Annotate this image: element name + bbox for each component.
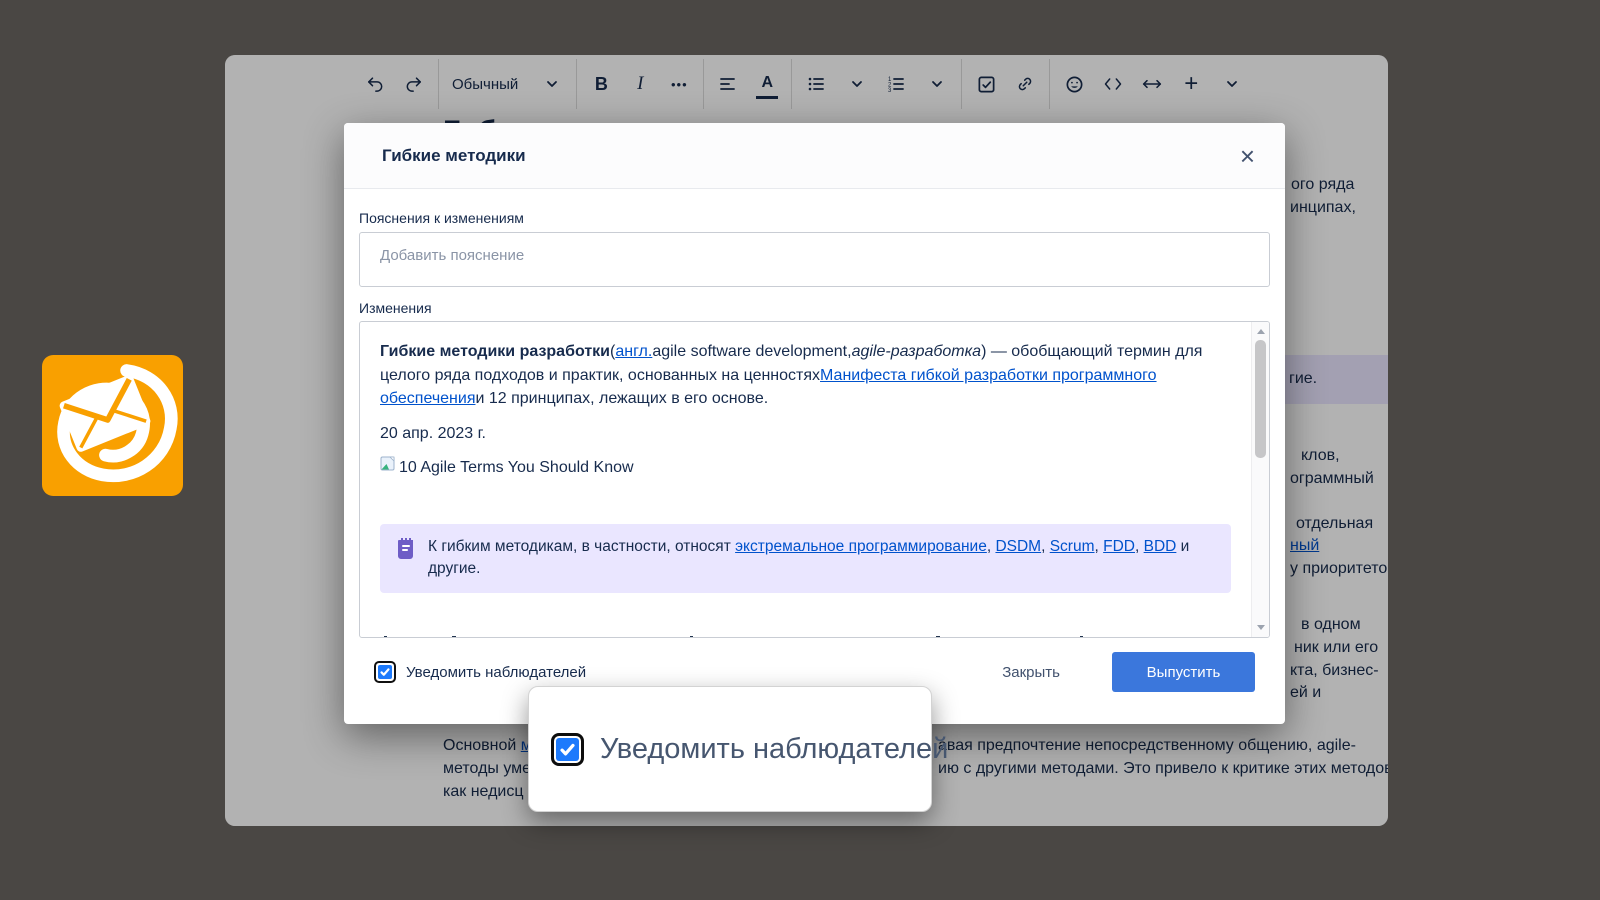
dsdm-link[interactable]: DSDM <box>995 538 1041 555</box>
publish-dialog: Гибкие методики × Пояснения к изменениям… <box>344 123 1285 724</box>
notify-watchers-checkbox[interactable] <box>374 661 396 683</box>
broken-image-row: 10 Agile Terms You Should Know <box>380 456 1231 480</box>
scroll-down-icon[interactable] <box>1257 625 1265 630</box>
scroll-up-icon[interactable] <box>1257 329 1265 334</box>
notify-watchers-label: Уведомить наблюдателей <box>406 664 586 681</box>
broken-image-icon <box>380 456 396 480</box>
publish-button[interactable]: Выпустить <box>1112 652 1255 692</box>
comment-input[interactable] <box>359 232 1270 287</box>
changes-label: Изменения <box>359 300 1270 316</box>
fdd-link[interactable]: FDD <box>1103 538 1135 555</box>
bdd-link[interactable]: BDD <box>1144 538 1177 555</box>
note-panel-icon <box>396 536 416 581</box>
date-text: 20 апр. 2023 г. <box>380 422 1231 446</box>
notify-watchers-checkbox-magnified[interactable] <box>551 733 584 766</box>
preview-scrollbar[interactable] <box>1251 322 1269 637</box>
magnified-checkbox-popup: Уведомить наблюдателей <box>528 686 932 812</box>
dialog-header: Гибкие методики × <box>344 123 1285 189</box>
close-icon[interactable]: × <box>1240 143 1255 169</box>
info-panel: К гибким методикам, в частности, относят… <box>380 524 1231 593</box>
scrum-link[interactable]: Scrum <box>1050 538 1095 555</box>
mail-swirl-logo <box>42 355 183 496</box>
lang-link[interactable]: англ. <box>615 343 652 360</box>
clipped-text-marks <box>380 635 1231 637</box>
comment-label: Пояснения к изменениям <box>359 210 1270 226</box>
dialog-title: Гибкие методики <box>382 146 526 166</box>
preview-content: Гибкие методики разработки(англ.agile so… <box>360 322 1251 637</box>
info-panel-text: К гибким методикам, в частности, относят… <box>428 536 1215 581</box>
scrollbar-thumb[interactable] <box>1255 340 1266 458</box>
magnified-checkbox-label: Уведомить наблюдателей <box>600 733 948 766</box>
changes-preview-pane: Гибкие методики разработки(англ.agile so… <box>359 321 1270 638</box>
xp-link[interactable]: экстремальное программирование <box>735 538 987 555</box>
close-button[interactable]: Закрыть <box>996 663 1066 682</box>
preview-paragraph: Гибкие методики разработки(англ.agile so… <box>380 340 1231 411</box>
image-alt-text: 10 Agile Terms You Should Know <box>399 456 634 480</box>
